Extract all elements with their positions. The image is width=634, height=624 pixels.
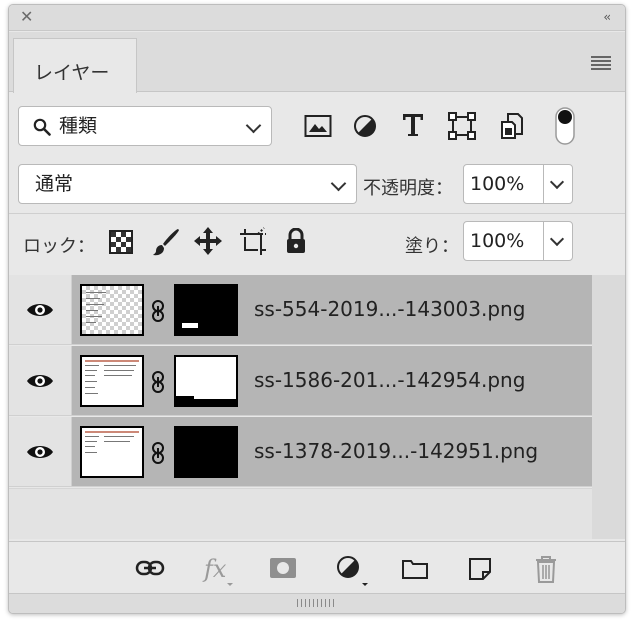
chain-link-icon[interactable] (151, 371, 165, 393)
fx-icon[interactable]: fx (201, 553, 235, 587)
panel-titlebar: ✕ ‹‹ (9, 5, 625, 31)
svg-text:fx: fx (202, 555, 227, 583)
panel-menu-icon[interactable] (591, 56, 611, 72)
type-filter-icon[interactable] (400, 111, 426, 139)
opacity-field[interactable]: 100% (463, 164, 573, 204)
image-filter-icon[interactable] (303, 113, 333, 139)
new-group-icon[interactable] (400, 557, 430, 581)
eye-icon (26, 443, 54, 461)
tab-layers[interactable]: レイヤー (13, 38, 137, 93)
divider (9, 213, 625, 214)
visibility-toggle[interactable] (9, 346, 72, 415)
new-layer-icon[interactable] (467, 556, 493, 582)
lock-label: ロック： (23, 236, 95, 257)
layers-panel: ✕ ‹‹ レイヤー 種類 通常 不透明度： 100% ロック： 塗り： 100%… (8, 4, 626, 614)
fill-label: 塗り： (405, 236, 459, 257)
chevron-down-icon (330, 175, 347, 192)
shape-filter-icon[interactable] (448, 112, 476, 140)
layer-name[interactable]: ss-1378-2019...-142951.png (254, 439, 538, 463)
chevron-down-icon (549, 174, 565, 190)
opacity-label: 不透明度： (363, 178, 453, 199)
lock-artboard-icon[interactable] (237, 226, 269, 258)
mask-shape (182, 323, 198, 328)
close-icon[interactable]: ✕ (20, 9, 33, 25)
opacity-value: 100% (470, 173, 525, 195)
grip-icon (297, 599, 337, 607)
layer-name[interactable]: ss-554-2019...-143003.png (254, 297, 525, 321)
fill-value: 100% (470, 230, 525, 252)
layer-row[interactable]: ss-1378-2019...-142951.png (9, 417, 592, 487)
link-layers-icon[interactable] (135, 557, 165, 579)
eye-icon (26, 301, 54, 319)
lock-image-pixels-icon[interactable] (150, 226, 182, 258)
scrollbar-track[interactable] (592, 275, 625, 539)
layer-row[interactable]: ss-1586-201...-142954.png (9, 346, 592, 416)
layers-empty-area[interactable] (9, 488, 592, 539)
layer-name[interactable]: ss-1586-201...-142954.png (254, 368, 525, 392)
mask-shape (176, 396, 194, 399)
opacity-dropdown[interactable] (543, 165, 572, 203)
layer-thumbnail[interactable] (80, 284, 144, 336)
blend-mode-value: 通常 (35, 173, 74, 195)
layer-mask-thumbnail[interactable] (174, 426, 238, 478)
tab-row: レイヤー (9, 32, 625, 93)
fill-field[interactable]: 100% (463, 221, 573, 261)
visibility-toggle[interactable] (9, 417, 72, 486)
add-mask-icon[interactable] (268, 556, 298, 580)
chevron-down-icon (245, 117, 262, 134)
layer-mask-thumbnail[interactable] (174, 355, 238, 407)
layer-thumbnail[interactable] (80, 355, 144, 407)
lock-transparent-pixels-icon[interactable] (108, 229, 134, 255)
filter-toggle-icon[interactable] (555, 107, 575, 145)
lock-all-icon[interactable] (284, 227, 308, 255)
mask-shape (176, 399, 236, 405)
resize-grip[interactable] (9, 593, 625, 613)
lock-position-icon[interactable] (192, 225, 224, 257)
adjustment-filter-icon[interactable] (352, 113, 378, 139)
delete-layer-icon[interactable] (533, 555, 559, 583)
chain-link-icon[interactable] (151, 442, 165, 464)
visibility-toggle[interactable] (9, 275, 72, 344)
new-adjustment-layer-icon[interactable] (335, 554, 369, 588)
bottom-toolbar: fx (9, 541, 625, 593)
blend-mode-select[interactable]: 通常 (18, 164, 357, 204)
filter-kind-select[interactable]: 種類 (18, 106, 272, 146)
layer-mask-thumbnail[interactable] (174, 284, 238, 336)
chevron-down-icon (549, 231, 565, 247)
layers-list: ss-554-2019...-143003.png ss-1586-201...… (9, 275, 625, 539)
layer-thumbnail[interactable] (80, 426, 144, 478)
fill-dropdown[interactable] (543, 222, 572, 260)
layer-row[interactable]: ss-554-2019...-143003.png (9, 275, 592, 345)
chain-link-icon[interactable] (151, 300, 165, 322)
collapse-icon[interactable]: ‹‹ (603, 10, 610, 24)
eye-icon (26, 372, 54, 390)
search-icon (33, 118, 51, 136)
smart-object-filter-icon[interactable] (499, 111, 525, 141)
